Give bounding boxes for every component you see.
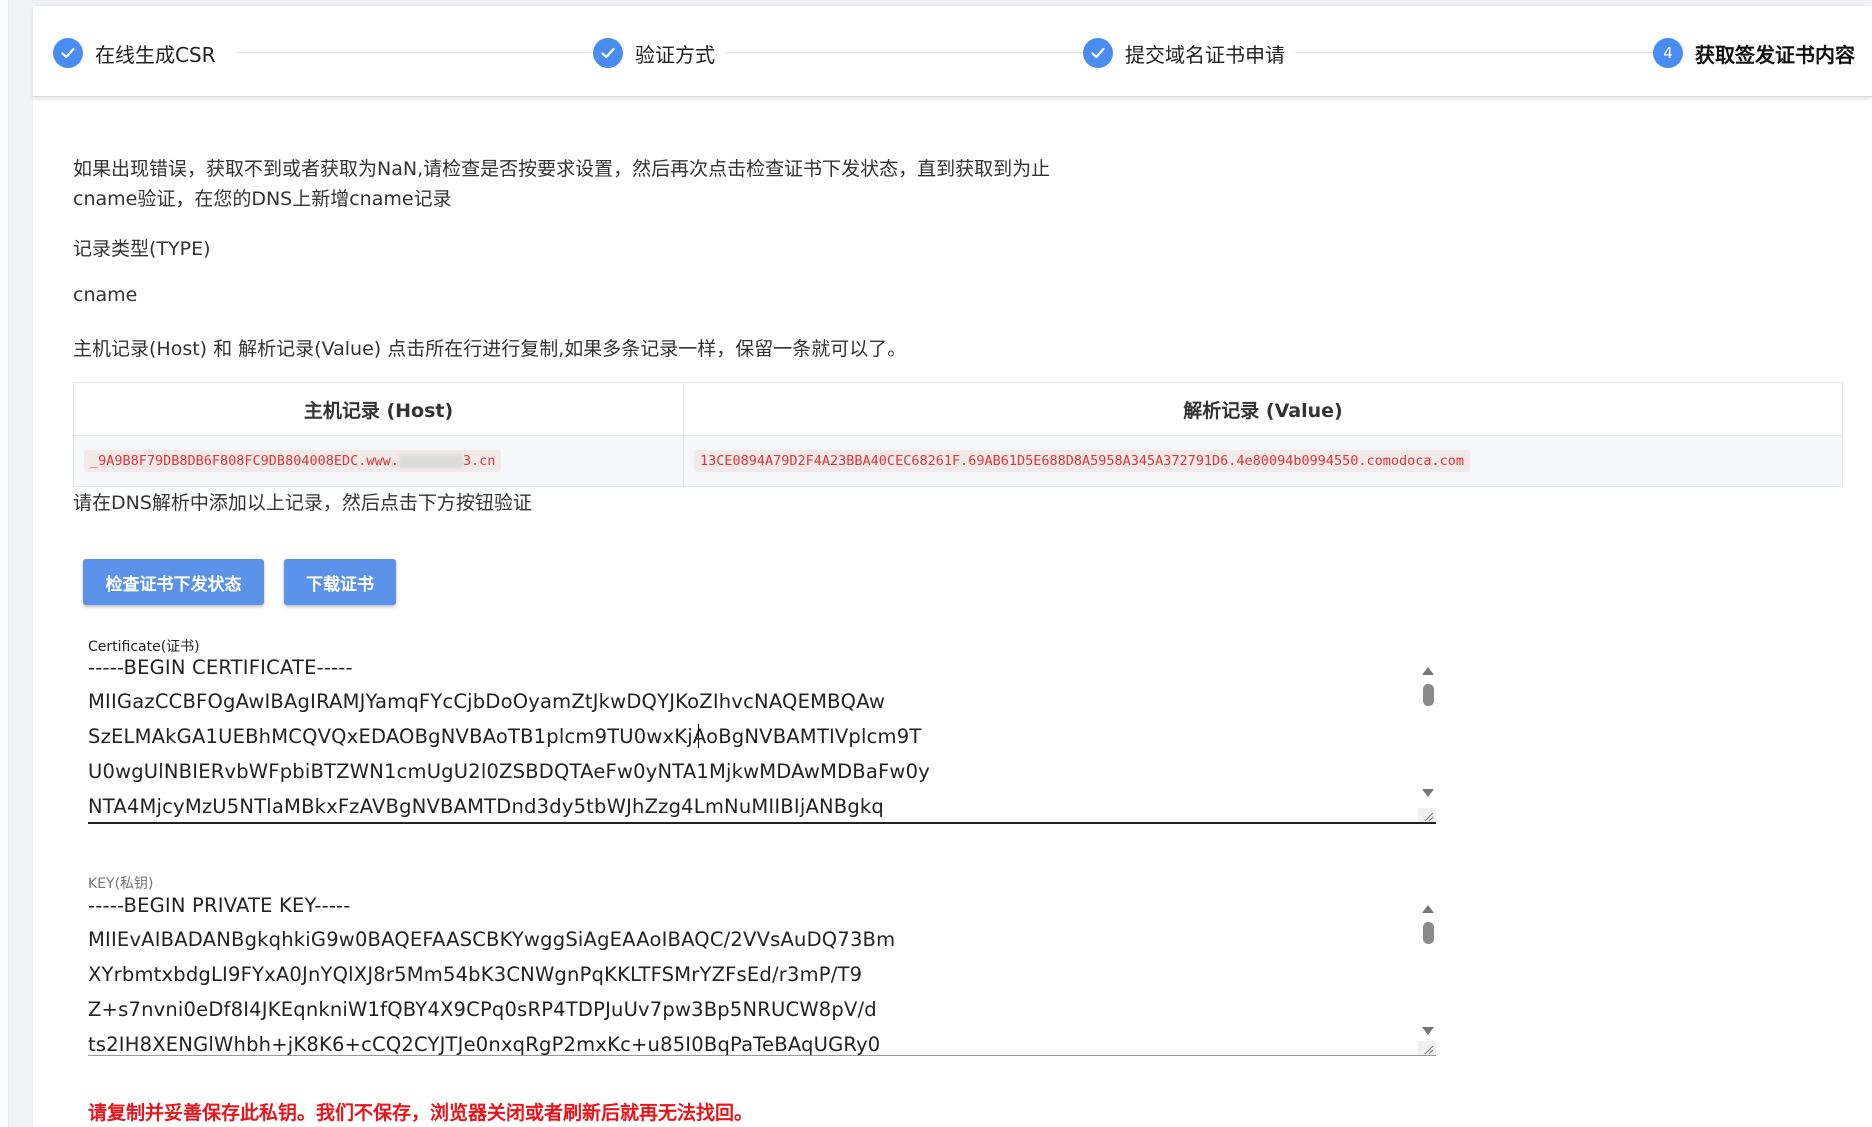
- key-line: XYrbmtxbdgLI9FYxA0JnYQlXJ8r5Mm54bK3CNWgn…: [88, 963, 863, 986]
- scroll-up-arrow-icon[interactable]: [1420, 664, 1436, 678]
- certificate-line: U0wgUlNBIERvbWFpbiBTZWN1cmUgU2l0ZSBDQTAe…: [88, 760, 930, 783]
- scrollbar-thumb[interactable]: [1423, 684, 1434, 706]
- step-connector: [235, 52, 609, 53]
- host-record[interactable]: _9A9B8F79DB8DB6F808FC9DB804008EDC.www. 3.…: [84, 450, 502, 472]
- step-1: 在线生成CSR: [53, 37, 216, 69]
- certificate-line: NTA4MjcyMzU5NTlaMBkxFzAVBgNVBAMTDnd3dy5t…: [88, 795, 884, 818]
- table-header-row: 主机记录 (Host) 解析记录 (Value): [73, 382, 1843, 436]
- step-4-label: 获取签发证书内容: [1695, 42, 1855, 67]
- table-row[interactable]: _9A9B8F79DB8DB6F808FC9DB804008EDC.www. 3.…: [73, 435, 1843, 487]
- add-record-hint: 请在DNS解析中添加以上记录，然后点击下方按钮验证: [73, 492, 532, 514]
- step-2: 验证方式: [593, 37, 715, 69]
- text-caret: [698, 724, 699, 748]
- scroll-down-arrow-icon[interactable]: [1420, 786, 1436, 800]
- step-3-label: 提交域名证书申请: [1125, 42, 1285, 67]
- step-1-label: 在线生成CSR: [95, 42, 216, 67]
- step-connector: [725, 52, 1099, 53]
- scroll-up-arrow-icon[interactable]: [1420, 902, 1436, 916]
- download-certificate-button[interactable]: 下载证书: [284, 559, 396, 605]
- main-panel: 在线生成CSR 验证方式 提交域名证书申请 4 获取签发证书内容 如果出现错误，…: [33, 6, 1872, 1127]
- error-hint: 如果出现错误，获取不到或者获取为NaN,请检查是否按要求设置，然后再次点击检查证…: [73, 158, 1051, 180]
- private-key-textarea[interactable]: -----BEGIN PRIVATE KEY----- MIIEvAIBADAN…: [88, 894, 1436, 1056]
- certificate-label: Certificate(证书): [88, 639, 200, 655]
- step-4: 4 获取签发证书内容: [1653, 37, 1855, 69]
- host-record-prefix: _9A9B8F79DB8DB6F808FC9DB804008EDC.www.: [90, 453, 399, 469]
- certificate-line: MIIGazCCBFOgAwIBAgIRAMJYamqFYcCjbDoOyamZ…: [88, 690, 886, 713]
- key-line: Z+s7nvni0eDf8I4JKEqnkniW1fQBY4X9CPq0sRP4…: [88, 998, 877, 1021]
- value-cell[interactable]: 13CE0894A79D2F4A23BBA40CEC68261F.69AB61D…: [683, 435, 1843, 487]
- scroll-down-arrow-icon[interactable]: [1420, 1024, 1436, 1038]
- step-4-number: 4: [1653, 38, 1683, 68]
- host-cell[interactable]: _9A9B8F79DB8DB6F808FC9DB804008EDC.www. 3.…: [73, 435, 684, 487]
- step-2-label: 验证方式: [635, 42, 715, 67]
- left-edge-strip: [0, 0, 9, 1127]
- key-line: ts2IH8XENGlWhbh+jK8K6+cCQ2CYJTJe0nxqRgP2…: [88, 1033, 881, 1056]
- value-record[interactable]: 13CE0894A79D2F4A23BBA40CEC68261F.69AB61D…: [694, 450, 1471, 472]
- private-key-label: KEY(私钥): [88, 876, 154, 892]
- dns-record-table: 主机记录 (Host) 解析记录 (Value) _9A9B8F79DB8DB6…: [73, 382, 1843, 487]
- key-line: -----BEGIN PRIVATE KEY-----: [88, 894, 351, 917]
- certificate-line: SzELMAkGA1UEBhMCQVQxEDAOBgNVBAoTB1plcm9T…: [88, 725, 922, 748]
- cname-hint: cname验证，在您的DNS上新增cname记录: [73, 188, 452, 210]
- certificate-line: -----BEGIN CERTIFICATE-----: [88, 656, 353, 679]
- step-connector: [1295, 52, 1669, 53]
- record-type-label: 记录类型(TYPE): [73, 238, 211, 260]
- check-icon: [1083, 38, 1113, 68]
- copy-hint: 主机记录(Host) 和 解析记录(Value) 点击所在行进行复制,如果多条记…: [73, 338, 907, 360]
- resize-grip-icon[interactable]: [1418, 808, 1436, 822]
- host-record-suffix: 3.cn: [462, 453, 496, 469]
- resize-grip-icon[interactable]: [1418, 1041, 1436, 1055]
- value-column-header: 解析记录 (Value): [683, 382, 1843, 436]
- certificate-textarea[interactable]: -----BEGIN CERTIFICATE----- MIIGazCCBFOg…: [88, 656, 1436, 824]
- check-icon: [53, 38, 83, 68]
- scrollbar-thumb[interactable]: [1423, 922, 1434, 944]
- private-key-warning: 请复制并妥善保存此私钥。我们不保存，浏览器关闭或者刷新后就再无法找回。: [88, 1102, 754, 1124]
- progress-steps: 在线生成CSR 验证方式 提交域名证书申请 4 获取签发证书内容: [33, 6, 1872, 97]
- key-line: MIIEvAIBADANBgkqhkiG9w0BAQEFAASCBKYwggSi…: [88, 928, 896, 951]
- step-3: 提交域名证书申请: [1083, 37, 1285, 69]
- check-icon: [593, 38, 623, 68]
- masked-domain: [398, 454, 463, 468]
- record-type-value: cname: [73, 284, 138, 306]
- host-column-header: 主机记录 (Host): [73, 382, 684, 436]
- check-status-button[interactable]: 检查证书下发状态: [83, 559, 264, 605]
